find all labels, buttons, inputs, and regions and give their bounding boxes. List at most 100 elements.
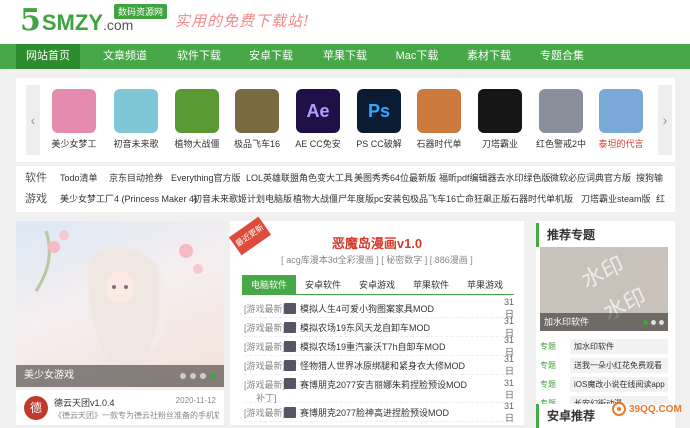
nav-home[interactable]: 网站首页 xyxy=(16,44,80,69)
recommend-image[interactable]: 水印 水印 加水印软件 xyxy=(540,247,668,331)
hot-title[interactable]: 恶魔岛漫画v1.0 xyxy=(230,233,524,252)
news-item[interactable]: 德 德云天团v1.0.4 2020-11-12 《德云天团》一款专为德云社粉丝准… xyxy=(16,390,224,425)
tag-link[interactable]: 美图秀秀64位最新版 xyxy=(354,168,436,188)
item-title[interactable]: 模拟人生4可爱小狗图案家具MOD xyxy=(300,302,496,315)
software-card[interactable]: 泰坦的代言 xyxy=(596,89,646,150)
recommend-dot-active[interactable] xyxy=(643,320,648,325)
software-card[interactable]: 石器时代单 xyxy=(414,89,464,150)
item-title[interactable]: 模拟农场19重汽豪沃T7h自卸车MOD xyxy=(300,340,496,353)
software-name[interactable]: 泰坦的代言 xyxy=(596,137,646,150)
software-name[interactable]: AE CC免安 xyxy=(293,137,343,150)
tab-android-software[interactable]: 安卓软件 xyxy=(296,275,350,294)
tag-link[interactable]: 京东目动抢券 xyxy=(109,168,163,188)
nav-materials[interactable]: 素材下载 xyxy=(454,44,524,69)
software-icon[interactable]: Ps xyxy=(357,89,401,133)
news-title[interactable]: 德云天团v1.0.4 xyxy=(54,396,115,409)
software-card[interactable]: Ps PS CC破解 xyxy=(354,89,404,150)
tab-apple-games[interactable]: 苹果游戏 xyxy=(458,275,512,294)
banner-dot-active[interactable] xyxy=(210,373,216,379)
list-item[interactable]: [游戏最新] 补丁] 赛博朋克2077安吉丽娜朱莉捏脸预设MOD 31日 xyxy=(244,375,514,403)
logo-badge: 数码资源网 xyxy=(114,4,168,19)
software-icon[interactable] xyxy=(175,89,219,133)
tag-links: 软件 Todo清单 京东目动抢券 Everything官方版 LOL英雄联盟角色… xyxy=(16,166,675,212)
software-card[interactable]: Ae AE CC免安 xyxy=(293,89,343,150)
software-name[interactable]: 植物大战僵 xyxy=(172,137,222,150)
software-name[interactable]: PS CC破解 xyxy=(354,137,404,150)
nav-apple[interactable]: 苹果下载 xyxy=(310,44,380,69)
item-title[interactable]: 怪物猎人世界冰原绑腿和紧身衣大修MOD xyxy=(300,359,496,372)
tab-pc-software[interactable]: 电脑软件 xyxy=(242,275,296,294)
tab-apple-software[interactable]: 苹果软件 xyxy=(404,275,458,294)
topic-title[interactable]: 送我一朵小红花免费观看 xyxy=(570,358,668,373)
item-thumbnail xyxy=(284,406,296,418)
software-icon[interactable] xyxy=(478,89,522,133)
software-name[interactable]: 石器时代单 xyxy=(414,137,464,150)
software-card[interactable]: 刀塔霸业 xyxy=(475,89,525,150)
item-title[interactable]: 模拟农场19东风天龙自卸车MOD xyxy=(300,321,496,334)
nav-software[interactable]: 软件下载 xyxy=(166,44,232,69)
topic-title[interactable]: iOS魔改小说在线阅读app xyxy=(570,377,668,392)
tag-link[interactable]: 福昕pdf编辑器去水印绿色版 xyxy=(439,168,551,188)
topic-item[interactable]: 专题 送我一朵小红花免费观看 xyxy=(540,356,668,375)
recommend-dot[interactable] xyxy=(651,320,656,325)
item-title[interactable]: 赛博朋克2077脸神高进捏脸预设MOD xyxy=(300,406,496,419)
tag-link[interactable]: LOL英雄联盟角色变大工具 xyxy=(246,168,353,188)
nav-android[interactable]: 安卓下载 xyxy=(236,44,306,69)
tag-link[interactable]: 美少女梦工厂4 (Princess Maker 4) xyxy=(60,189,197,209)
tag-link[interactable]: 石器时代单机版 xyxy=(510,189,573,209)
item-title[interactable]: 赛博朋克2077安吉丽娜朱莉捏脸预设MOD xyxy=(300,378,496,391)
nav-topics[interactable]: 专题合集 xyxy=(526,44,598,69)
tag-link[interactable]: 极品飞车16亡命狂飙正版 xyxy=(410,189,510,209)
software-card[interactable]: 红色警戒2中 xyxy=(536,89,586,150)
software-card[interactable]: 美少女梦工 xyxy=(49,89,99,150)
software-card[interactable]: 植物大战僵 xyxy=(172,89,222,150)
nav-articles[interactable]: 文章频道 xyxy=(88,44,162,69)
tag-link[interactable]: 刀塔霸业steam版 xyxy=(581,189,651,209)
recommend-dot[interactable] xyxy=(659,320,664,325)
tab-android-games[interactable]: 安卓游戏 xyxy=(350,275,404,294)
banner-dot[interactable] xyxy=(190,373,196,379)
topic-item[interactable]: 专题 加水印软件 xyxy=(540,337,668,356)
hot-meta-item[interactable]: acg库漫本3d全彩漫画 xyxy=(286,255,374,265)
tag-link[interactable]: 微软必应词典官方版 xyxy=(550,168,631,188)
tag-link[interactable]: 初音未来歌姬计划电脑版 xyxy=(193,189,292,209)
software-name[interactable]: 极品飞车16 xyxy=(232,137,282,150)
software-name[interactable]: 刀塔霸业 xyxy=(475,137,525,150)
software-icon[interactable] xyxy=(417,89,461,133)
item-category: [游戏最新] xyxy=(244,322,286,333)
banner-dot[interactable] xyxy=(180,373,186,379)
list-item[interactable]: [游戏最新] 模拟农场19东风天龙自卸车MOD 31日 xyxy=(244,316,514,338)
site-logo[interactable]: 5 SMZY.com 数码资源网 xyxy=(20,4,168,36)
banner-dot[interactable] xyxy=(200,373,206,379)
list-item[interactable]: [游戏最新] 模拟人生4可爱小狗图案家具MOD 31日 xyxy=(244,297,514,319)
software-card[interactable]: 极品飞车16 xyxy=(232,89,282,150)
tag-link[interactable]: 搜狗输 xyxy=(636,168,663,188)
tag-link[interactable]: 红 xyxy=(656,189,665,209)
software-icon[interactable] xyxy=(114,89,158,133)
software-name[interactable]: 初音未来歌 xyxy=(111,137,161,150)
chevron-right-icon[interactable]: › xyxy=(658,85,672,155)
tag-link[interactable]: Everything官方版 xyxy=(171,168,241,188)
software-icon[interactable] xyxy=(235,89,279,133)
software-icon[interactable]: Ae xyxy=(296,89,340,133)
topic-item[interactable]: 专题 iOS魔改小说在线阅读app xyxy=(540,375,668,394)
topic-title[interactable]: 加水印软件 xyxy=(570,339,668,354)
item-category: [游戏最新] xyxy=(244,303,286,314)
list-item[interactable]: [游戏最新] 赛博朋克2077脸神高进捏脸预设MOD 31日 xyxy=(244,401,514,423)
software-carousel: ‹ › 美少女梦工 初音未来歌 植物大战僵 极品飞车16 Ae AE CC免安 Ps PS C… xyxy=(16,78,675,162)
software-icon[interactable] xyxy=(52,89,96,133)
software-name[interactable]: 红色警戒2中 xyxy=(536,137,586,150)
list-item[interactable]: [游戏最新] 怪物猎人世界冰原绑腿和紧身衣大修MOD 31日 xyxy=(244,354,514,376)
software-card[interactable]: 初音未来歌 xyxy=(111,89,161,150)
software-name[interactable]: 美少女梦工 xyxy=(49,137,99,150)
software-icon[interactable] xyxy=(539,89,583,133)
software-icon[interactable] xyxy=(599,89,643,133)
featured-banner[interactable]: 美少女游戏 xyxy=(16,221,224,387)
hot-meta-item[interactable]: 886漫画 xyxy=(435,255,468,265)
chevron-left-icon[interactable]: ‹ xyxy=(26,85,40,155)
hot-meta-item[interactable]: 秘密数字 xyxy=(386,255,422,265)
nav-mac[interactable]: Mac下载 xyxy=(382,44,452,69)
tag-link[interactable]: 植物大战僵尸年度版pc安装包 xyxy=(293,189,411,209)
list-item[interactable]: [游戏最新] 模拟农场19重汽豪沃T7h自卸车MOD 31日 xyxy=(244,335,514,357)
tag-link[interactable]: Todo清单 xyxy=(60,168,98,188)
